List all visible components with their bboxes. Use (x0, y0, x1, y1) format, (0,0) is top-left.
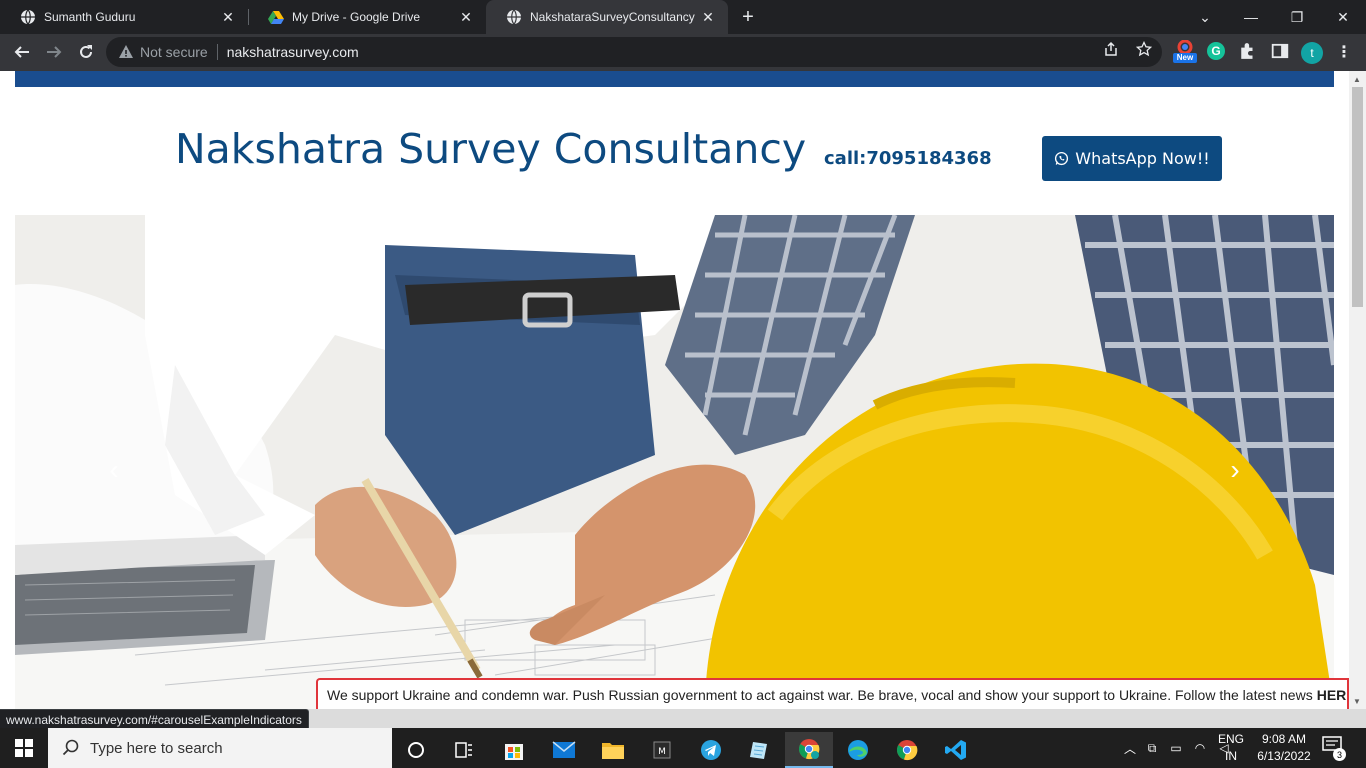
browser-tab-strip: Sumanth Guduru ✕ My Drive - Google Drive… (0, 0, 1366, 34)
minimize-button[interactable]: — (1228, 0, 1274, 34)
new-tab-button[interactable]: + (736, 5, 760, 29)
share-icon[interactable] (1103, 41, 1119, 57)
back-arrow-icon (14, 46, 29, 58)
carousel-next-icon[interactable]: › (1220, 454, 1250, 485)
taskbar-search-box[interactable]: Type here to search (48, 728, 392, 768)
start-button[interactable] (0, 728, 48, 768)
extensions-puzzle-icon[interactable] (1239, 42, 1257, 60)
call-phone-text[interactable]: call:7095184368 (824, 148, 992, 169)
cortana-icon[interactable] (392, 732, 440, 768)
back-button[interactable] (8, 38, 36, 66)
search-placeholder: Type here to search (90, 739, 223, 757)
page-viewport: Nakshatra Survey Consultancy call:709518… (0, 71, 1366, 709)
extension-new-badge: New (1173, 53, 1197, 63)
close-icon[interactable]: ✕ (700, 9, 716, 25)
carousel-prev-icon[interactable]: ‹ (99, 454, 129, 485)
vertical-scrollbar[interactable]: ▲ ▼ (1349, 71, 1366, 709)
chrome-icon[interactable] (785, 732, 833, 768)
hero-image-survey-planning (15, 215, 1334, 709)
whatsapp-now-button[interactable]: WhatsApp Now!! (1042, 136, 1222, 181)
scrollbar-thumb[interactable] (1352, 87, 1363, 307)
tab-sumanth-guduru[interactable]: Sumanth Guduru ✕ (0, 0, 248, 34)
profile-avatar[interactable]: t (1301, 42, 1323, 64)
bookmark-star-icon[interactable] (1136, 41, 1152, 57)
omnibox-divider (216, 44, 218, 60)
file-explorer-icon[interactable] (589, 732, 637, 768)
chrome-icon[interactable] (883, 732, 931, 768)
grammarly-icon[interactable]: G (1207, 42, 1225, 60)
site-top-bar (15, 71, 1334, 87)
close-icon[interactable]: ✕ (458, 9, 474, 25)
reload-icon (80, 45, 92, 58)
status-bar-link-preview: www.nakshatrasurvey.com/#carouselExample… (0, 709, 309, 729)
browser-toolbar: Not secure nakshatrasurvey.com New G t ⋮ (0, 34, 1366, 71)
telegram-icon[interactable] (687, 732, 735, 768)
tab-google-drive[interactable]: My Drive - Google Drive ✕ (248, 0, 486, 34)
security-status[interactable]: Not secure (140, 44, 208, 60)
extension-new-icon[interactable]: New (1173, 39, 1197, 64)
tab-title: My Drive - Google Drive (292, 10, 421, 24)
url-text[interactable]: nakshatrasurvey.com (227, 44, 359, 60)
windows-logo-icon (15, 739, 33, 757)
tray-chevron-icon[interactable]: ︿ (1120, 740, 1140, 757)
clock-date: 6/13/2022 (1257, 749, 1311, 763)
forward-button[interactable] (40, 38, 68, 66)
hero-carousel: ‹ › (15, 215, 1334, 709)
scroll-up-icon[interactable]: ▲ (1353, 75, 1361, 84)
scroll-down-icon[interactable]: ▼ (1353, 697, 1361, 706)
notification-count-badge: 3 (1333, 748, 1346, 761)
ukraine-banner-text: We support Ukraine and condemn war. Push… (327, 687, 1313, 703)
store-icon[interactable] (490, 732, 538, 768)
notification-center-button[interactable]: 3 (1322, 736, 1346, 761)
wifi-icon[interactable]: ◠ (1188, 741, 1212, 755)
ukraine-support-banner: We support Ukraine and condemn war. Push… (316, 678, 1349, 709)
tab-title: NakshataraSurveyConsultancy (530, 10, 695, 24)
battery-icon[interactable]: ▭ (1164, 741, 1188, 755)
forward-arrow-icon (47, 46, 62, 58)
close-icon[interactable]: ✕ (220, 9, 236, 25)
task-view-icon[interactable] (440, 732, 488, 768)
site-brand-title[interactable]: Nakshatra Survey Consultancy (175, 125, 806, 173)
tab-title: Sumanth Guduru (44, 10, 136, 24)
meet-now-icon[interactable]: ⧉ (1140, 741, 1164, 756)
region-code: IN (1225, 749, 1237, 763)
app-icon[interactable]: M (638, 732, 686, 768)
reload-button[interactable] (72, 38, 100, 66)
vscode-icon[interactable] (932, 732, 980, 768)
address-bar[interactable]: Not secure nakshatrasurvey.com (106, 37, 1162, 67)
language-indicator[interactable]: ENG IN (1216, 731, 1246, 765)
restore-button[interactable]: ❐ (1274, 0, 1320, 34)
svg-text:M: M (658, 747, 666, 757)
close-window-button[interactable]: ✕ (1320, 0, 1366, 34)
tab-search-chevron-icon[interactable]: ⌄ (1182, 0, 1228, 34)
horizontal-scrollbar[interactable] (303, 709, 1366, 728)
chrome-menu-icon[interactable]: ⋮ (1336, 42, 1352, 62)
ukraine-banner-link[interactable]: HERE (1317, 687, 1347, 703)
taskbar-clock[interactable]: 9:08 AM 6/13/2022 (1248, 731, 1320, 765)
clock-time: 9:08 AM (1261, 732, 1307, 746)
mail-icon[interactable] (540, 732, 588, 768)
windows-taskbar: Type here to search M ︿ ⧉ ▭ ◠ ◁ ENG IN 9… (0, 728, 1366, 768)
language-code: ENG (1217, 732, 1244, 746)
globe-icon (507, 9, 521, 25)
whatsapp-icon (1055, 151, 1069, 166)
edge-icon[interactable] (834, 732, 882, 768)
tab-nakshatara-survey[interactable]: NakshataraSurveyConsultancy ✕ (486, 0, 728, 34)
search-icon (62, 739, 79, 756)
google-drive-icon (268, 11, 284, 24)
whatsapp-button-label: WhatsApp Now!! (1075, 149, 1210, 168)
warning-triangle-icon (119, 45, 133, 58)
side-panel-icon[interactable] (1271, 42, 1289, 60)
notepad-icon[interactable] (735, 732, 783, 768)
globe-icon (21, 9, 35, 25)
